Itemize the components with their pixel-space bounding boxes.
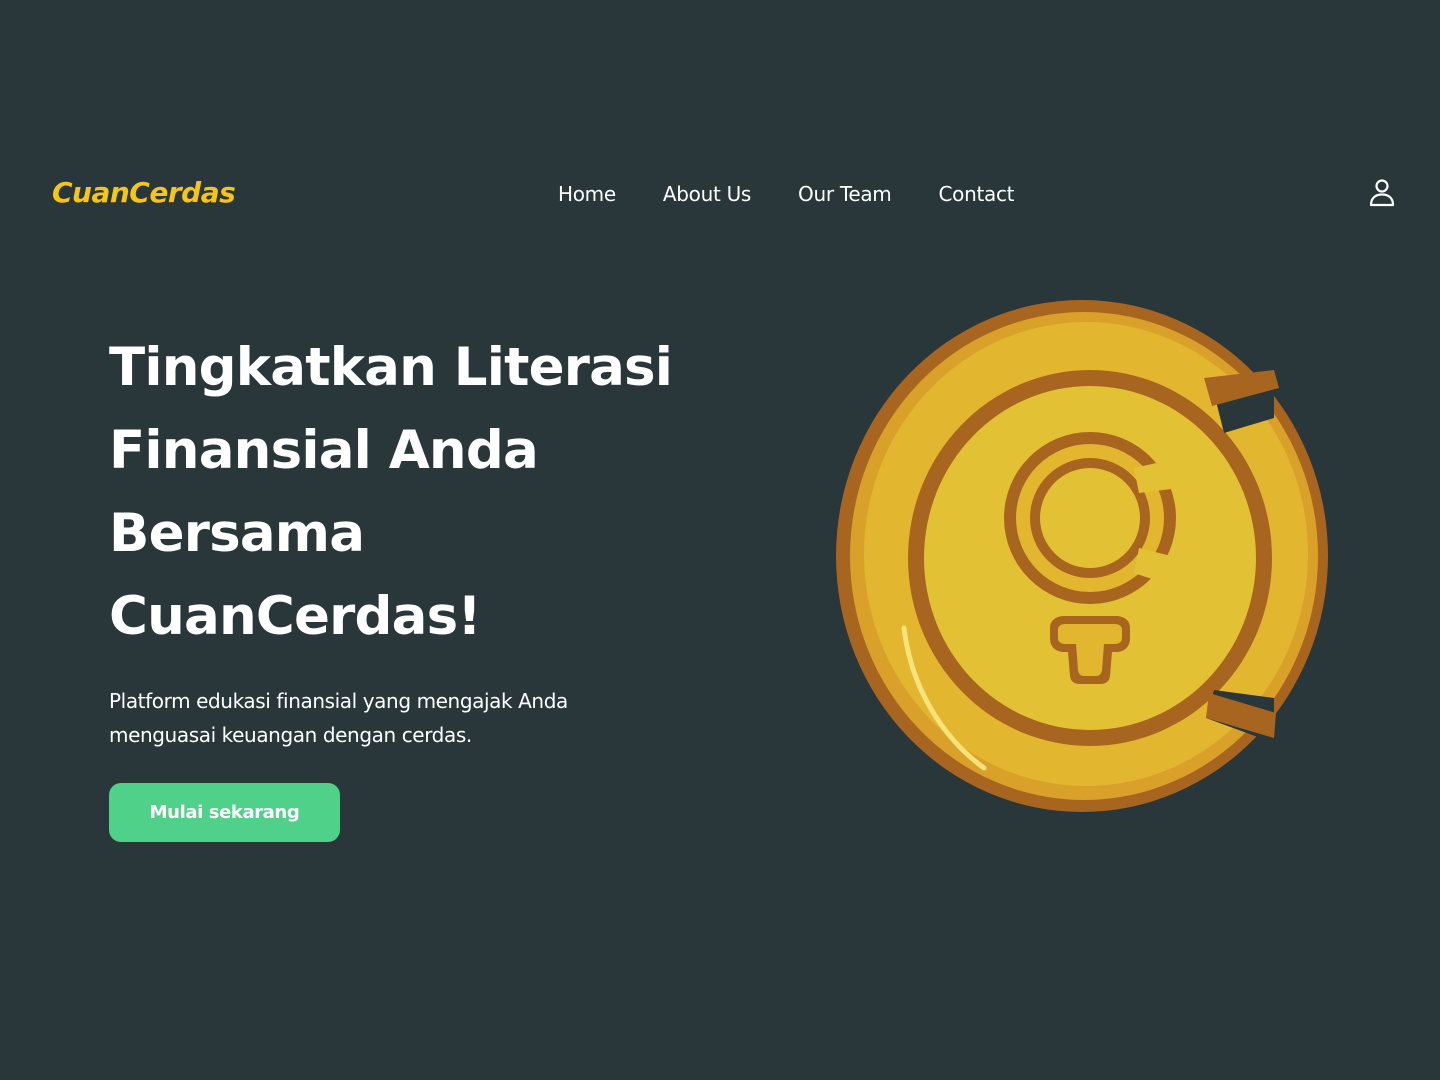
user-icon xyxy=(1369,179,1395,207)
user-account-button[interactable] xyxy=(1366,176,1398,208)
hero-title-line: CuanCerdas! xyxy=(109,586,482,647)
nav-item-contact[interactable]: Contact xyxy=(939,182,1015,206)
hero-title-line: Finansial Anda xyxy=(109,420,539,481)
hero-subtitle: Platform edukasi finansial yang mengajak… xyxy=(109,684,669,752)
navbar: CuanCerdas Home About Us Our Team Contac… xyxy=(0,160,1440,230)
hero-title-line: Bersama xyxy=(109,503,365,564)
hero-illustration xyxy=(834,298,1330,814)
hero-title: Tingkatkan Literasi Finansial Anda Bersa… xyxy=(109,326,729,658)
nav-item-about-us[interactable]: About Us xyxy=(663,182,751,206)
gold-coin-icon xyxy=(836,300,1328,812)
hero-subtitle-line: menguasai keuangan dengan cerdas. xyxy=(109,723,472,747)
nav-item-home[interactable]: Home xyxy=(558,182,616,206)
brand-logo[interactable]: CuanCerdas xyxy=(52,176,236,209)
hero-subtitle-line: Platform edukasi finansial yang mengajak… xyxy=(109,689,568,713)
hero-text: Tingkatkan Literasi Finansial Anda Bersa… xyxy=(109,326,729,752)
nav-item-our-team[interactable]: Our Team xyxy=(798,182,892,206)
main-nav: Home About Us Our Team Contact xyxy=(558,182,1015,206)
hero-title-line: Tingkatkan Literasi xyxy=(109,337,673,398)
start-now-button[interactable]: Mulai sekarang xyxy=(109,783,340,842)
